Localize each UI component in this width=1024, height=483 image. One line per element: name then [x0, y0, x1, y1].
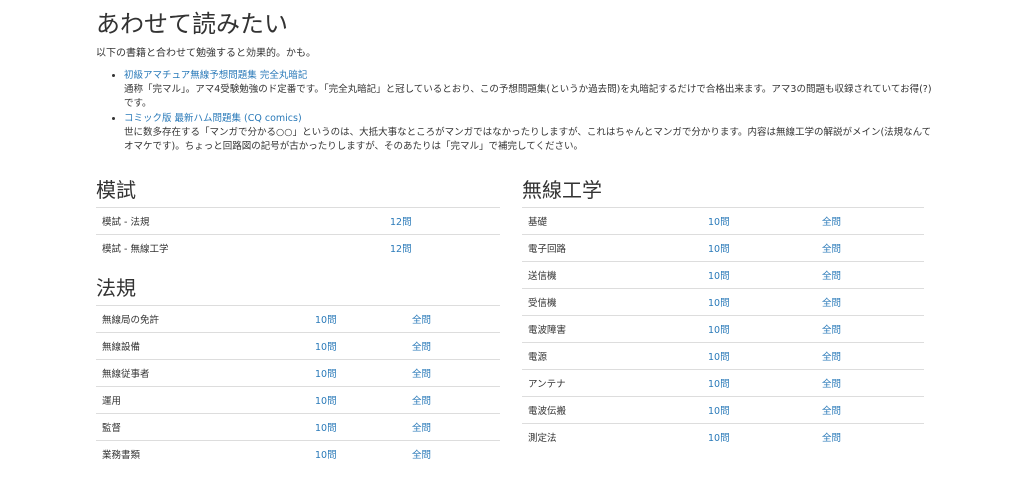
- section-title: あわせて読みたい: [96, 10, 288, 38]
- category-name: 運用: [96, 386, 309, 414]
- quiz-all-link[interactable]: 全問: [822, 217, 841, 228]
- table-row: 送信機 10問 全問: [522, 261, 924, 289]
- category-name: 無線局の免許: [96, 305, 309, 333]
- category-name: 監督: [96, 413, 309, 441]
- law-heading: 法規: [96, 276, 136, 300]
- quiz-10-link[interactable]: 10問: [315, 423, 337, 434]
- quiz-10-link[interactable]: 10問: [708, 271, 730, 282]
- category-name: 送信機: [522, 261, 702, 289]
- engineering-heading: 無線工学: [522, 178, 602, 202]
- table-row: 電波障害 10問 全問: [522, 315, 924, 343]
- quiz-all-link[interactable]: 全問: [822, 244, 841, 255]
- book-description: 世に数多存在する「マンガで分かる○○」というのは、大抵大事なところがマンガではな…: [124, 127, 932, 152]
- quiz-10-link[interactable]: 10問: [315, 450, 337, 461]
- quiz-all-link[interactable]: 全問: [822, 406, 841, 417]
- category-name: アンテナ: [522, 369, 702, 397]
- category-name: 模試 - 無線工学: [96, 234, 384, 261]
- law-section: 法規 無線局の免許 10問 全問 無線設備 10問 全問 無線従事者 10問 全…: [96, 274, 500, 467]
- lead-text: 以下の書籍と合わせて勉強すると効果的。かも。: [96, 48, 316, 59]
- category-name: 電波伝搬: [522, 396, 702, 424]
- mock-exam-table: 模試 - 法規 12問 模試 - 無線工学 12問: [96, 207, 500, 261]
- quiz-10-link[interactable]: 10問: [708, 352, 730, 363]
- quiz-10-link[interactable]: 10問: [315, 342, 337, 353]
- category-name: 受信機: [522, 288, 702, 316]
- quiz-all-link[interactable]: 全問: [412, 423, 431, 434]
- quiz-10-link[interactable]: 10問: [708, 217, 730, 228]
- table-row: 模試 - 無線工学 12問: [96, 234, 500, 261]
- book-description: 通称「完マル」。アマ4受験勉強のド定番です。「完全丸暗記」と冠しているとおり、こ…: [124, 84, 932, 109]
- quiz-all-link[interactable]: 全問: [822, 325, 841, 336]
- book-list: 初級アマチュア無線予想問題集 完全丸暗記 通称「完マル」。アマ4受験勉強のド定番…: [96, 69, 932, 154]
- quiz-all-link[interactable]: 全問: [412, 450, 431, 461]
- recommended-reading-section: あわせて読みたい 以下の書籍と合わせて勉強すると効果的。かも。 初級アマチュア無…: [96, 8, 932, 155]
- quiz-all-link[interactable]: 全問: [822, 352, 841, 363]
- table-row: 無線従事者 10問 全問: [96, 359, 500, 387]
- book-item: コミック版 最新ハム問題集 (CQ comics) 世に数多存在する「マンガで分…: [124, 112, 932, 154]
- table-row: 電子回路 10問 全問: [522, 234, 924, 262]
- quiz-all-link[interactable]: 全問: [822, 271, 841, 282]
- quiz-10-link[interactable]: 10問: [708, 406, 730, 417]
- table-row: 運用 10問 全問: [96, 386, 500, 414]
- table-row: 受信機 10問 全問: [522, 288, 924, 316]
- category-name: 模試 - 法規: [96, 207, 384, 235]
- quiz-all-link[interactable]: 全問: [822, 379, 841, 390]
- quiz-all-link[interactable]: 全問: [412, 369, 431, 380]
- table-row: 電源 10問 全問: [522, 342, 924, 370]
- table-row: 基礎 10問 全問: [522, 207, 924, 235]
- quiz-10-link[interactable]: 10問: [708, 379, 730, 390]
- table-row: 無線局の免許 10問 全問: [96, 305, 500, 333]
- quiz-10-link[interactable]: 10問: [315, 369, 337, 380]
- quiz-10-link[interactable]: 10問: [708, 325, 730, 336]
- mock-exam-heading: 模試: [96, 178, 136, 202]
- quiz-all-link[interactable]: 全問: [412, 315, 431, 326]
- quiz-10-link[interactable]: 10問: [315, 315, 337, 326]
- category-name: 無線設備: [96, 332, 309, 360]
- quiz-10-link[interactable]: 12問: [390, 244, 412, 255]
- quiz-10-link[interactable]: 10問: [708, 433, 730, 444]
- book-link[interactable]: 初級アマチュア無線予想問題集 完全丸暗記: [124, 70, 307, 81]
- category-name: 無線従事者: [96, 359, 309, 387]
- book-link[interactable]: コミック版 最新ハム問題集 (CQ comics): [124, 113, 302, 124]
- quiz-all-link[interactable]: 全問: [412, 396, 431, 407]
- quiz-all-link[interactable]: 全問: [822, 433, 841, 444]
- engineering-section: 無線工学 基礎 10問 全問 電子回路 10問 全問 送信機 10問 全問 受信…: [522, 176, 924, 450]
- table-row: 測定法 10問 全問: [522, 423, 924, 450]
- category-name: 電子回路: [522, 234, 702, 262]
- quiz-10-link[interactable]: 10問: [315, 396, 337, 407]
- category-name: 業務書類: [96, 440, 309, 467]
- quiz-10-link[interactable]: 12問: [390, 217, 412, 228]
- table-row: 模試 - 法規 12問: [96, 207, 500, 235]
- table-row: 無線設備 10問 全問: [96, 332, 500, 360]
- quiz-10-link[interactable]: 10問: [708, 298, 730, 309]
- category-name: 基礎: [522, 207, 702, 235]
- table-row: 電波伝搬 10問 全問: [522, 396, 924, 424]
- category-name: 電源: [522, 342, 702, 370]
- table-row: アンテナ 10問 全問: [522, 369, 924, 397]
- category-name: 測定法: [522, 423, 702, 450]
- quiz-10-link[interactable]: 10問: [708, 244, 730, 255]
- engineering-table: 基礎 10問 全問 電子回路 10問 全問 送信機 10問 全問 受信機 10問…: [522, 207, 924, 450]
- quiz-all-link[interactable]: 全問: [412, 342, 431, 353]
- book-item: 初級アマチュア無線予想問題集 完全丸暗記 通称「完マル」。アマ4受験勉強のド定番…: [124, 69, 932, 111]
- table-row: 監督 10問 全問: [96, 413, 500, 441]
- table-row: 業務書類 10問 全問: [96, 440, 500, 467]
- quiz-all-link[interactable]: 全問: [822, 298, 841, 309]
- mock-exam-section: 模試 模試 - 法規 12問 模試 - 無線工学 12問: [96, 176, 500, 261]
- category-name: 電波障害: [522, 315, 702, 343]
- law-table: 無線局の免許 10問 全問 無線設備 10問 全問 無線従事者 10問 全問 運…: [96, 305, 500, 467]
